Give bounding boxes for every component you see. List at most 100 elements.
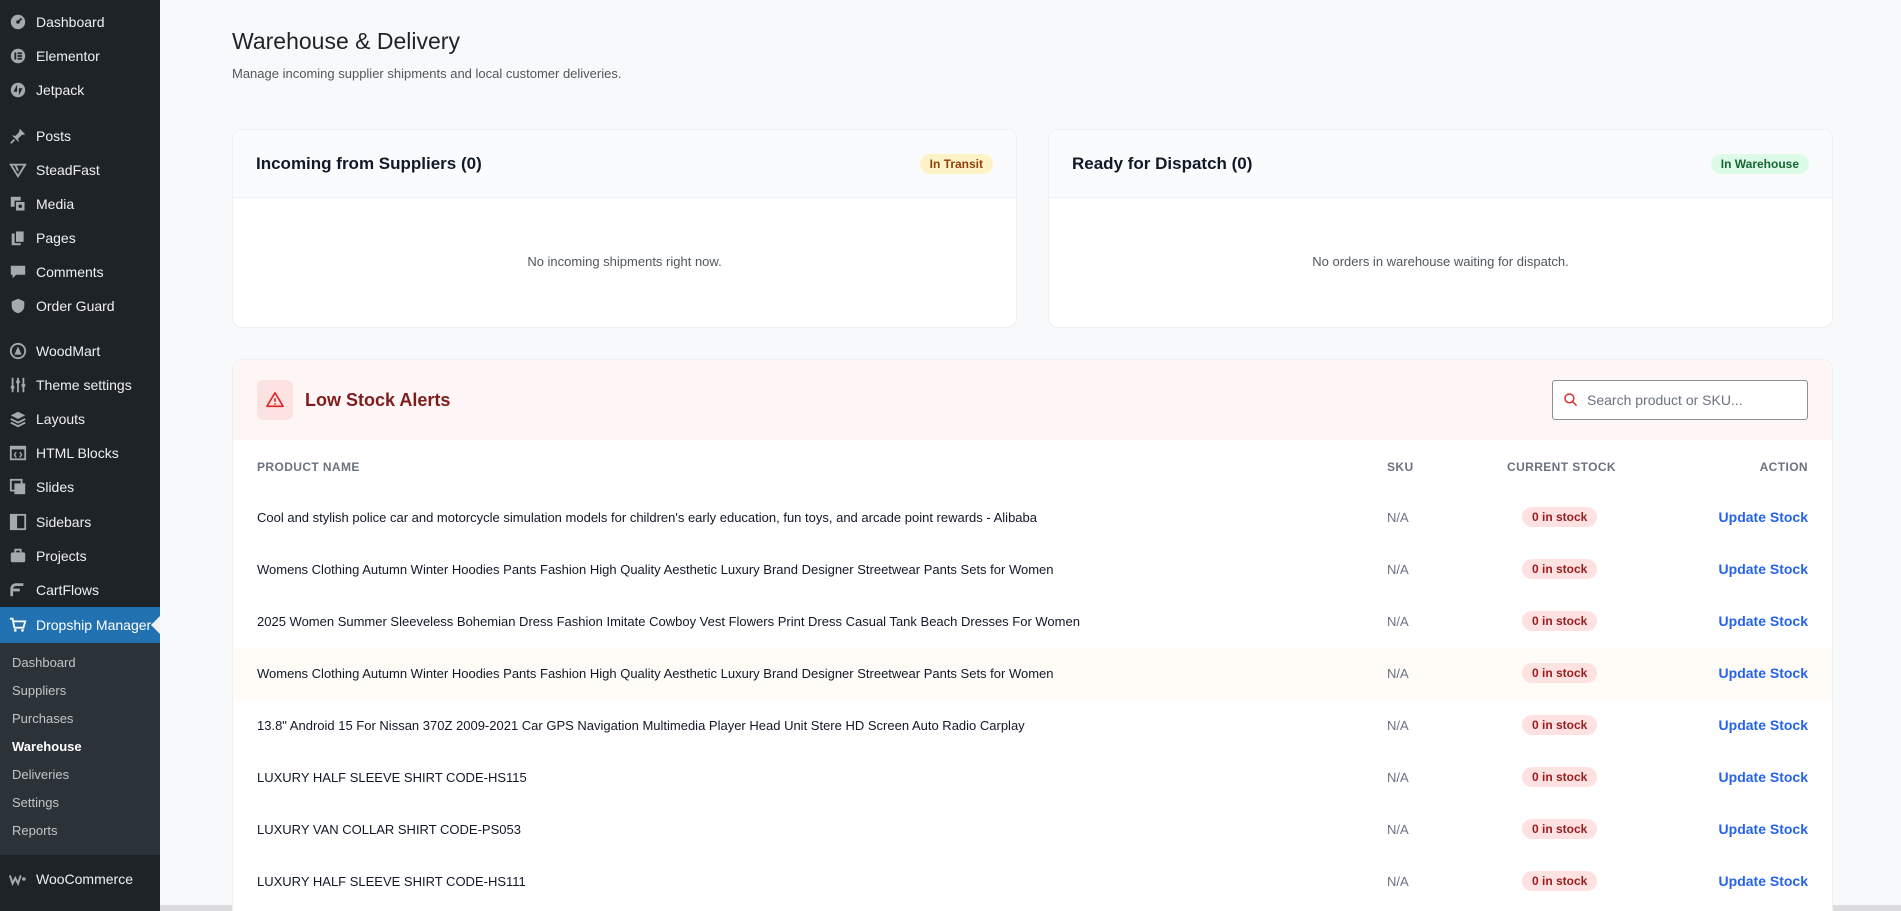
stock-badge: 0 in stock [1522,559,1598,579]
stock-badge: 0 in stock [1522,767,1598,787]
menu-woocommerce[interactable]: WooCommerce [0,862,160,896]
search-box[interactable] [1552,380,1808,420]
low-stock-panel: Low Stock Alerts PRODUCT NAME SKU CURREN… [232,359,1833,911]
update-stock-link[interactable]: Update Stock [1719,665,1808,681]
menu-slides[interactable]: Slides [0,470,160,504]
update-stock-link[interactable]: Update Stock [1719,717,1808,733]
menu-comments[interactable]: Comments [0,255,160,289]
column-product-name: PRODUCT NAME [257,460,360,474]
incoming-empty-message: No incoming shipments right now. [527,254,722,269]
column-action: ACTION [1759,460,1808,474]
in-warehouse-badge: In Warehouse [1710,153,1809,174]
submenu-settings[interactable]: Settings [12,793,59,813]
menu-dashboard[interactable]: Dashboard [0,5,160,39]
submenu-deliveries[interactable]: Deliveries [12,765,69,785]
stock-badge: 0 in stock [1522,663,1598,683]
menu-label: HTML Blocks [36,445,119,461]
page-subtitle: Manage incoming supplier shipments and l… [232,66,622,81]
elementor-icon [8,46,28,66]
menu-label: Slides [36,479,75,495]
menu-label: CartFlows [36,582,100,598]
product-name: Cool and stylish police car and motorcyc… [257,510,1037,525]
menu-woodmart[interactable]: WoodMart [0,334,160,368]
menu-label: Media [36,196,75,212]
update-stock-link[interactable]: Update Stock [1719,769,1808,785]
woocommerce-icon [8,869,28,889]
table-header: PRODUCT NAME SKU CURRENT STOCK ACTION [233,440,1832,492]
menu-elementor[interactable]: Elementor [0,39,160,73]
table-row: LUXURY VAN COLLAR SHIRT CODE-PS053 N/A 0… [233,804,1832,856]
submenu-dashboard[interactable]: Dashboard [12,653,76,673]
menu-label: Sidebars [36,514,92,530]
menu-steadfast[interactable]: SteadFast [0,153,160,187]
dashboard-icon [8,12,28,32]
product-sku: N/A [1387,770,1409,785]
submenu-warehouse[interactable]: Warehouse [12,737,82,757]
update-stock-link[interactable]: Update Stock [1719,821,1808,837]
product-sku: N/A [1387,874,1409,889]
dispatch-empty-message: No orders in warehouse waiting for dispa… [1312,254,1569,269]
table-row: Womens Clothing Autumn Winter Hoodies Pa… [233,544,1832,596]
low-stock-title: Low Stock Alerts [305,389,451,410]
submenu-reports[interactable]: Reports [12,821,58,841]
menu-label: SteadFast [36,162,100,178]
menu-label: Pages [36,230,76,246]
code-block-icon [8,443,28,463]
incoming-card: Incoming from Suppliers (0) In Transit N… [232,129,1017,328]
update-stock-link[interactable]: Update Stock [1719,613,1808,629]
submenu-suppliers[interactable]: Suppliers [12,681,66,701]
menu-label: Elementor [36,48,100,64]
search-input[interactable] [1587,392,1787,408]
menu-label: Jetpack [36,82,85,98]
product-name: 2025 Women Summer Sleeveless Bohemian Dr… [257,614,1080,629]
woodmart-icon [8,341,28,361]
menu-label: WoodMart [36,343,101,359]
menu-posts[interactable]: Posts [0,119,160,153]
cartflows-icon [8,580,28,600]
menu-media[interactable]: Media [0,187,160,221]
column-sku: SKU [1387,460,1414,474]
product-sku: N/A [1387,822,1409,837]
update-stock-link[interactable]: Update Stock [1719,509,1808,525]
menu-jetpack[interactable]: Jetpack [0,73,160,107]
menu-html-blocks[interactable]: HTML Blocks [0,436,160,470]
pages-icon [8,228,28,248]
table-row: Womens Clothing Autumn Winter Hoodies Pa… [233,648,1832,700]
shield-icon [8,296,28,316]
search-icon [1564,393,1578,407]
briefcase-icon [8,546,28,566]
menu-layouts[interactable]: Layouts [0,402,160,436]
product-name: LUXURY HALF SLEEVE SHIRT CODE-HS115 [257,770,527,785]
menu-sidebars[interactable]: Sidebars [0,505,160,539]
menu-pages[interactable]: Pages [0,221,160,255]
table-row: LUXURY HALF SLEEVE SHIRT CODE-HS111 N/A … [233,856,1832,908]
incoming-title: Incoming from Suppliers (0) [256,153,482,173]
table-row: LUXURY HALF SLEEVE SHIRT CODE-HS115 N/A … [233,752,1832,804]
dropship-submenu: Dashboard Suppliers Purchases Warehouse … [0,643,160,855]
product-sku: N/A [1387,614,1409,629]
product-name: Womens Clothing Autumn Winter Hoodies Pa… [257,562,1054,577]
table-row: 13.8" Android 15 For Nissan 370Z 2009-20… [233,700,1832,752]
steadfast-icon [8,160,28,180]
product-sku: N/A [1387,562,1409,577]
submenu-purchases[interactable]: Purchases [12,709,73,729]
menu-order-guard[interactable]: Order Guard [0,289,160,323]
dispatch-card: Ready for Dispatch (0) In Warehouse No o… [1048,129,1833,328]
menu-dropship-manager[interactable]: Dropship Manager [0,607,160,643]
update-stock-link[interactable]: Update Stock [1719,561,1808,577]
menu-cartflows[interactable]: CartFlows [0,573,160,607]
menu-theme-settings[interactable]: Theme settings [0,368,160,402]
table-row: Cool and stylish police car and motorcyc… [233,492,1832,544]
product-sku: N/A [1387,510,1409,525]
product-name: 13.8" Android 15 For Nissan 370Z 2009-20… [257,718,1025,733]
column-current-stock: CURRENT STOCK [1507,460,1616,474]
table-row: 2025 Women Summer Sleeveless Bohemian Dr… [233,596,1832,648]
page-title: Warehouse & Delivery [232,28,460,54]
update-stock-link[interactable]: Update Stock [1719,873,1808,889]
dispatch-title: Ready for Dispatch (0) [1072,153,1253,173]
comments-icon [8,262,28,282]
stock-badge: 0 in stock [1522,611,1598,631]
menu-projects[interactable]: Projects [0,539,160,573]
menu-label: WooCommerce [36,871,133,887]
admin-sidebar: Dashboard Elementor Jetpack Posts SteadF… [0,0,160,911]
